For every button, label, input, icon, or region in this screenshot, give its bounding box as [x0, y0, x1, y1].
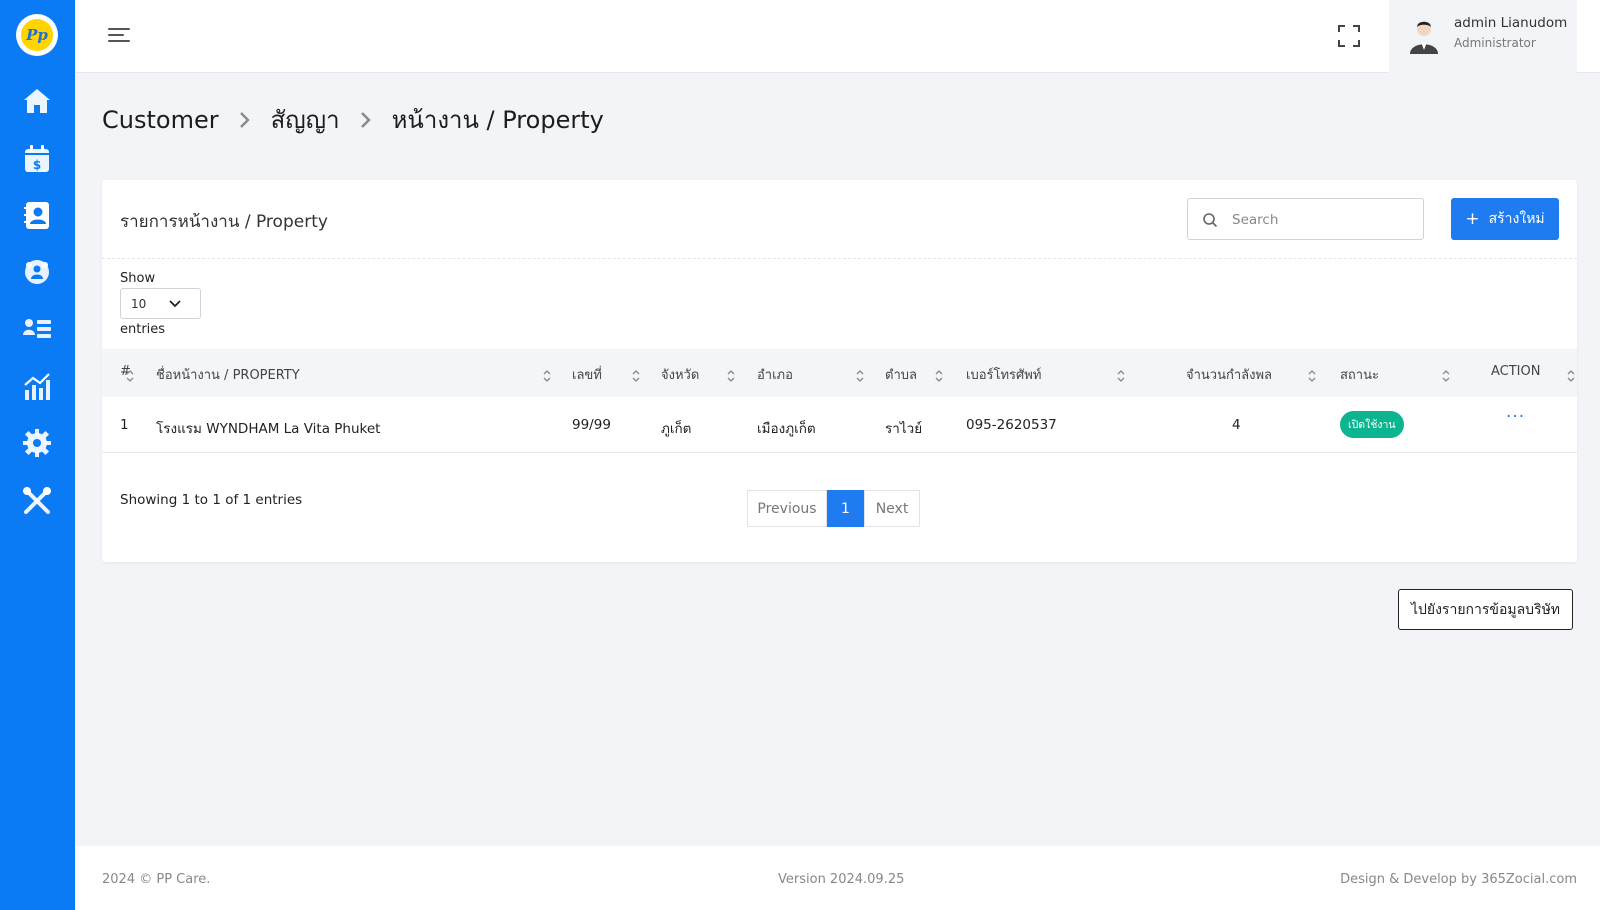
sort-icon [1117, 370, 1125, 382]
gear-icon[interactable] [19, 425, 55, 461]
sort-icon [935, 370, 943, 382]
search-input[interactable] [1232, 207, 1412, 233]
user-role: Administrator [1454, 36, 1536, 50]
user-name: admin Lianudom [1454, 15, 1568, 31]
breadcrumb: Customer สัญญา หน้างาน / Property [102, 100, 604, 139]
tools-icon[interactable] [19, 483, 55, 519]
cell-subdistrict: ราไวย์ [885, 421, 923, 437]
footer-credit[interactable]: Design & Develop by 365Zocial.com [1340, 872, 1577, 887]
chevron-right-icon [237, 111, 253, 129]
sort-icon [543, 370, 551, 382]
pagination: Previous 1 Next [747, 490, 920, 527]
next-page-button[interactable]: Next [864, 490, 920, 527]
sort-icon [632, 370, 640, 382]
breadcrumb-property: หน้างาน / Property [391, 106, 604, 134]
col-address-number[interactable]: เลขที่ [572, 364, 602, 385]
user-menu[interactable]: admin Lianudom Administrator [1389, 0, 1577, 73]
team-gear-icon[interactable] [19, 254, 55, 290]
sidebar: Pp $ [0, 0, 75, 910]
col-property-name[interactable]: ชื่อหน้างาน / PROPERTY [156, 364, 300, 385]
table-row[interactable]: 1 โรงแรม WYNDHAM La Vita Phuket 99/99 ภู… [102, 397, 1577, 453]
col-province[interactable]: จังหวัด [661, 364, 699, 385]
col-status[interactable]: สถานะ [1340, 364, 1379, 385]
sort-icon [727, 370, 735, 382]
footer-copyright: 2024 © PP Care. [102, 872, 211, 887]
status-badge: เปิดใช้งาน [1340, 411, 1404, 438]
entries-value: 10 [131, 296, 147, 311]
search-box[interactable] [1187, 198, 1424, 240]
previous-page-button[interactable]: Previous [747, 490, 827, 527]
goto-company-list-button[interactable]: ไปยังรายการข้อมูลบริษัท [1398, 589, 1573, 630]
cell-number: 1 [120, 417, 129, 433]
show-label: Show [120, 271, 156, 286]
page-1-button[interactable]: 1 [827, 490, 864, 527]
entries-label: entries [120, 322, 166, 337]
showing-entries-text: Showing 1 to 1 of 1 entries [120, 492, 303, 508]
col-staff-count[interactable]: จำนวนกำลังพล [1186, 364, 1272, 385]
svg-text:$: $ [33, 158, 41, 172]
calendar-dollar-icon[interactable]: $ [19, 141, 55, 177]
menu-toggle-icon[interactable] [105, 22, 135, 50]
create-new-button[interactable]: + สร้างใหม่ [1451, 198, 1559, 240]
card-title: รายการหน้างาน / Property [120, 212, 328, 232]
col-action[interactable]: ACTION [1491, 364, 1540, 379]
logo-mark: Pp [21, 19, 53, 51]
avatar [1407, 16, 1441, 56]
contact-book-icon[interactable] [19, 197, 55, 233]
footer-version: Version 2024.09.25 [778, 872, 905, 887]
breadcrumb-customer[interactable]: Customer [102, 106, 219, 134]
sort-icon [1308, 370, 1316, 382]
home-icon[interactable] [19, 83, 55, 119]
col-subdistrict[interactable]: ตำบล [885, 364, 917, 385]
search-icon [1202, 212, 1218, 228]
create-new-label: สร้างใหม่ [1488, 211, 1545, 227]
chart-icon[interactable] [19, 369, 55, 405]
footer: 2024 © PP Care. Version 2024.09.25 Desig… [75, 846, 1600, 910]
sort-icon [126, 370, 134, 382]
entries-select[interactable]: 10 [120, 288, 201, 319]
divider [102, 258, 1577, 259]
cell-phone: 095-2620537 [966, 417, 1057, 433]
cell-property-name: โรงแรม WYNDHAM La Vita Phuket [156, 421, 381, 437]
chevron-right-icon [358, 111, 374, 129]
fullscreen-icon[interactable] [1335, 22, 1363, 50]
cell-district: เมืองภูเก็ต [757, 421, 816, 437]
cell-address-number: 99/99 [572, 417, 611, 433]
cell-staff-count: 4 [1232, 417, 1241, 433]
col-district[interactable]: อำเภอ [757, 364, 793, 385]
breadcrumb-contract[interactable]: สัญญา [271, 100, 340, 139]
sort-icon [1442, 370, 1450, 382]
table-header: # ชื่อหน้างาน / PROPERTY เลขที่ จังหวัด … [102, 349, 1577, 397]
sort-icon [1567, 370, 1575, 382]
sort-icon [856, 370, 864, 382]
col-phone[interactable]: เบอร์โทรศัพท์ [966, 364, 1041, 385]
user-list-icon[interactable] [19, 311, 55, 347]
top-bar: admin Lianudom Administrator [75, 0, 1600, 73]
app-logo[interactable]: Pp [16, 14, 58, 56]
cell-province: ภูเก็ต [661, 421, 692, 437]
plus-icon: + [1465, 209, 1480, 229]
row-actions-button[interactable]: ··· [1506, 407, 1525, 427]
chevron-down-icon [169, 300, 181, 308]
property-list-card: รายการหน้างาน / Property + สร้างใหม่ Sho… [102, 180, 1577, 562]
